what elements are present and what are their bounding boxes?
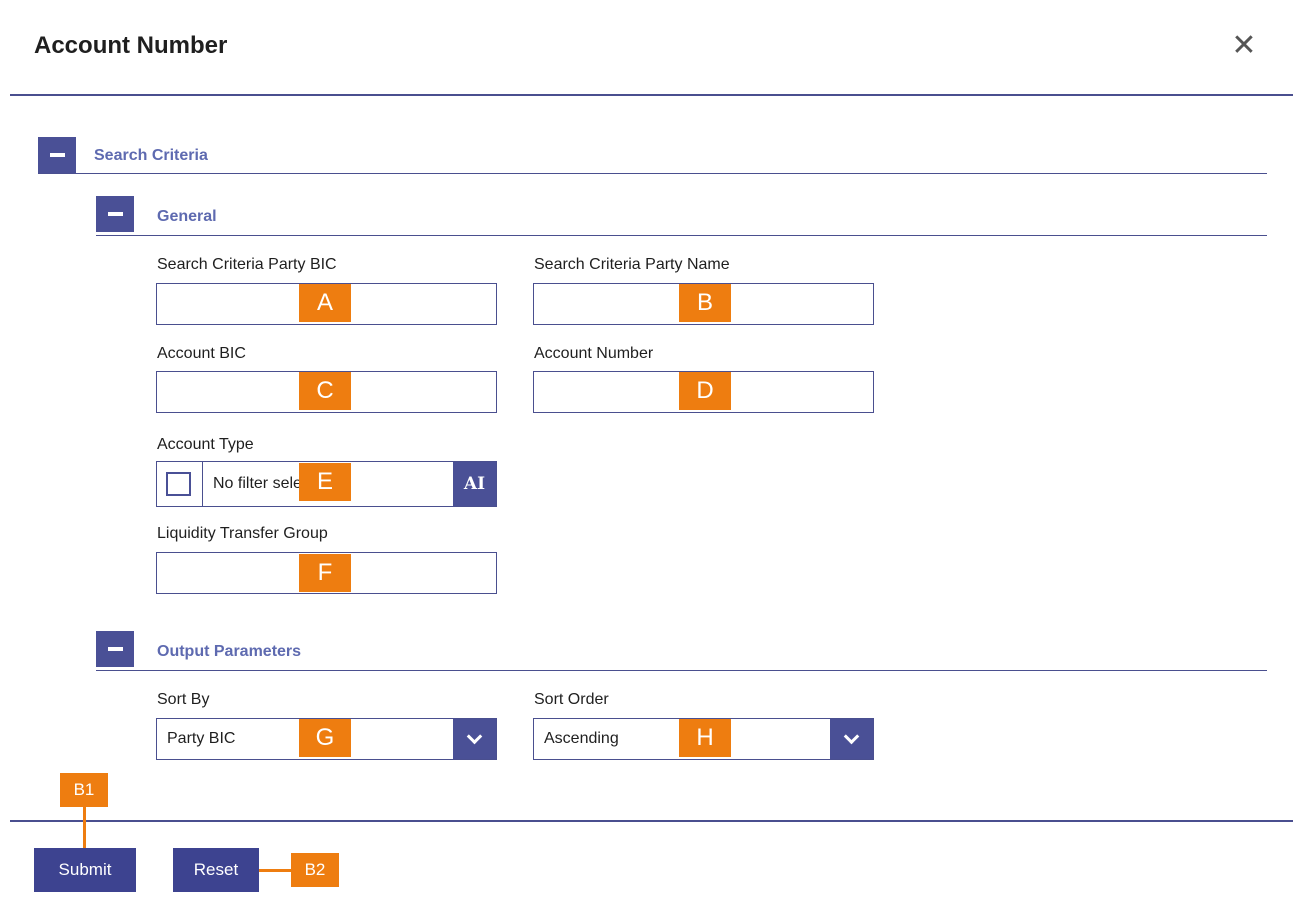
account-type-label: Account Type <box>157 436 254 453</box>
close-icon[interactable]: ✕ <box>1228 30 1260 62</box>
account-type-checkbox[interactable] <box>166 472 191 496</box>
account-bic-label: Account BIC <box>157 345 246 362</box>
minus-icon <box>107 212 123 216</box>
header-divider <box>10 94 1293 96</box>
general-label: General <box>157 208 217 225</box>
marker-b1-connector <box>83 807 86 848</box>
search-criteria-divider <box>38 173 1267 174</box>
marker-b: B <box>679 284 731 322</box>
marker-b2-connector <box>259 869 291 872</box>
sort-alpha-icon[interactable]: AI <box>453 462 496 506</box>
reset-button[interactable]: Reset <box>173 848 259 892</box>
output-divider <box>96 670 1267 671</box>
output-label: Output Parameters <box>157 643 302 660</box>
sort-by-dropdown-button[interactable] <box>453 719 496 759</box>
sort-order-dropdown-button[interactable] <box>830 719 873 759</box>
chevron-down-icon <box>843 728 860 745</box>
minus-icon <box>107 647 123 651</box>
party-bic-label: Search Criteria Party BIC <box>157 256 337 273</box>
sort-order-label: Sort Order <box>534 691 609 708</box>
account-number-label: Account Number <box>534 345 654 362</box>
output-collapse-button[interactable] <box>96 631 134 667</box>
footer-divider <box>10 820 1293 822</box>
search-criteria-label: Search Criteria <box>94 147 208 164</box>
sort-order-value: Ascending <box>544 730 619 747</box>
chevron-down-icon <box>466 728 483 745</box>
sort-by-label: Sort By <box>157 691 210 708</box>
party-name-label: Search Criteria Party Name <box>534 256 730 273</box>
marker-h: H <box>679 719 731 757</box>
ltg-label: Liquidity Transfer Group <box>157 525 328 542</box>
marker-b1: B1 <box>60 773 108 807</box>
dialog-title: Account Number <box>34 32 228 59</box>
marker-g: G <box>299 719 351 757</box>
marker-c: C <box>299 372 351 410</box>
marker-a: A <box>299 284 351 322</box>
marker-f: F <box>299 554 351 592</box>
general-collapse-button[interactable] <box>96 196 134 232</box>
account-type-checkbox-cell <box>157 462 203 506</box>
general-divider <box>96 235 1267 236</box>
marker-b2: B2 <box>291 853 339 887</box>
sort-by-value: Party BIC <box>167 730 236 747</box>
submit-button[interactable]: Submit <box>34 848 136 892</box>
minus-icon <box>49 153 65 157</box>
marker-e: E <box>299 463 351 501</box>
search-criteria-collapse-button[interactable] <box>38 137 76 173</box>
marker-d: D <box>679 372 731 410</box>
